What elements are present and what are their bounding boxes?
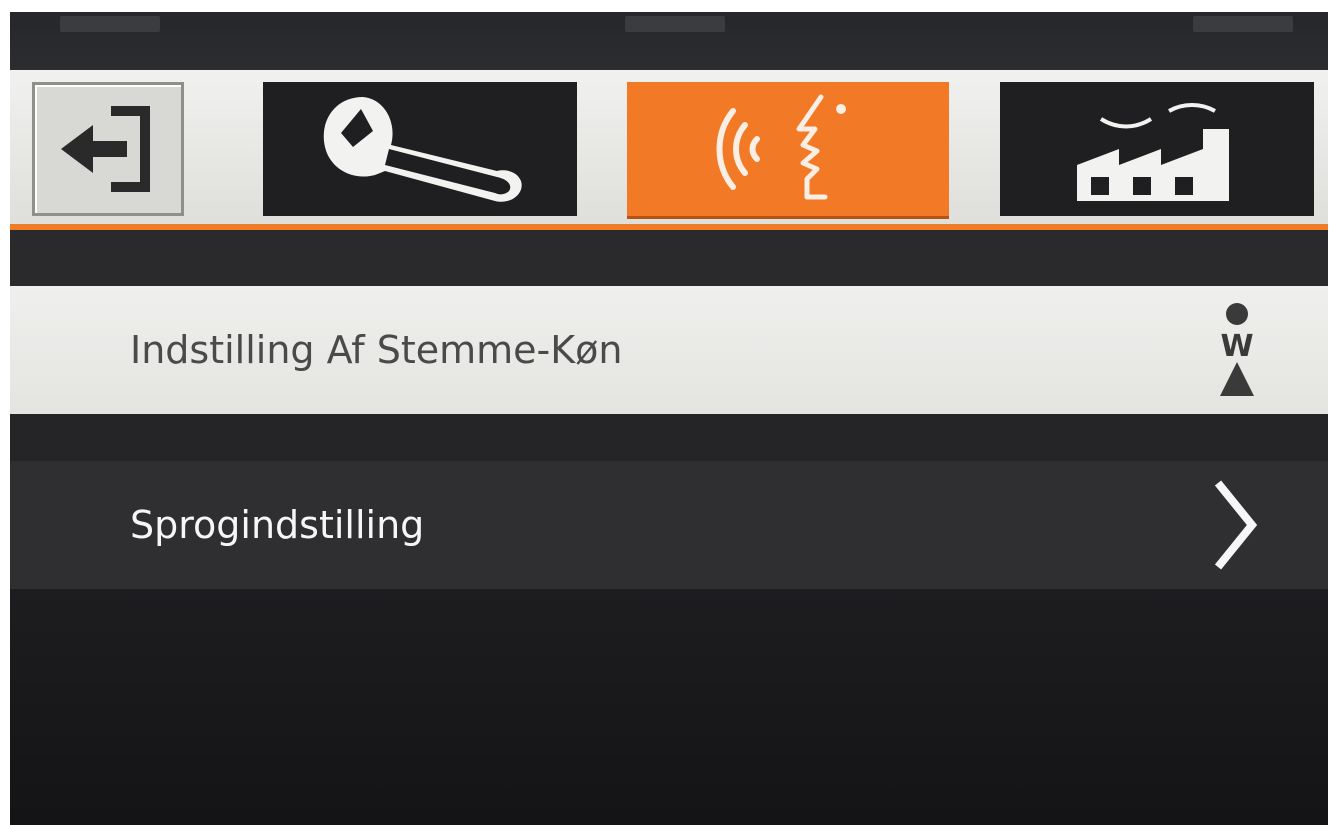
tab-factory[interactable]: [1000, 82, 1314, 216]
empty-area: [10, 589, 1328, 825]
bezel-notch: [60, 16, 160, 32]
svg-text:W: W: [1220, 329, 1253, 364]
chevron-right-icon: [1212, 461, 1258, 589]
bezel-notch: [625, 16, 725, 32]
tab-settings[interactable]: [263, 82, 577, 216]
tab-exit[interactable]: [32, 82, 184, 216]
top-bezel: [10, 12, 1328, 70]
exit-arrow-icon: [61, 106, 150, 192]
tab-voice[interactable]: [627, 82, 949, 216]
spacer: [10, 230, 1328, 286]
menu-item-language[interactable]: Sprogindstilling: [10, 461, 1328, 589]
display-screen: Indstilling Af Stemme-Køn W Sprogindstil…: [10, 12, 1328, 825]
voice-gender-icon: W: [1212, 286, 1262, 414]
bezel-notch: [1193, 16, 1293, 32]
speech-voice-icon: [716, 94, 846, 200]
menu-item-label: Sprogindstilling: [130, 503, 425, 547]
wrench-icon: [323, 97, 522, 202]
menu-item-label: Indstilling Af Stemme-Køn: [130, 328, 623, 372]
factory-icon: [1077, 103, 1229, 201]
spacer: [10, 414, 1328, 461]
menu-item-voice-gender[interactable]: Indstilling Af Stemme-Køn W: [10, 286, 1328, 414]
